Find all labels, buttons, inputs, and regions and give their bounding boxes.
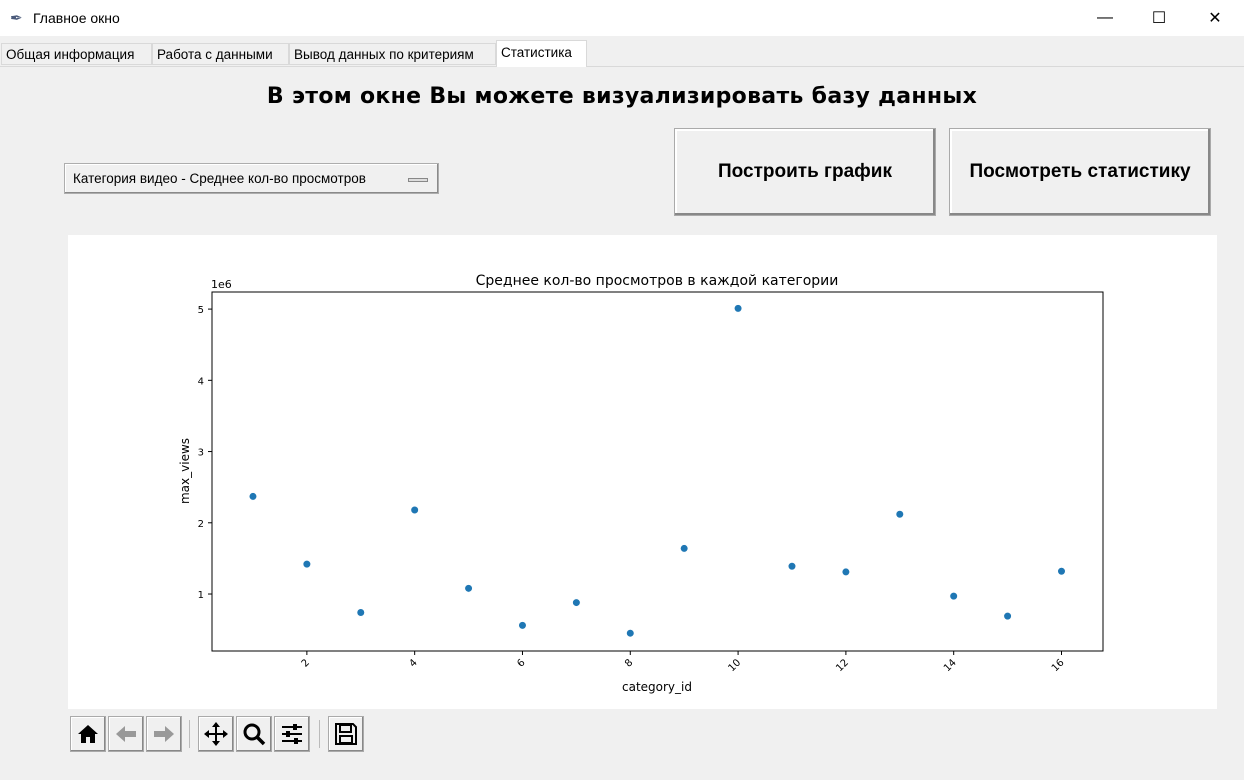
chart-title: Среднее кол-во просмотров в каждой катег… (476, 273, 839, 289)
select-value: Категория видео - Среднее кол-во просмот… (73, 171, 366, 186)
tab-statistics[interactable]: Статистика (496, 40, 587, 67)
y-axis-label: max_views (178, 438, 192, 504)
x-tick-label: 12 (834, 657, 851, 674)
y-tick-label: 4 (198, 376, 204, 387)
dropdown-indicator-icon (408, 178, 428, 182)
data-point (787, 562, 797, 571)
x-tick-label: 4 (408, 657, 420, 669)
data-point (841, 567, 850, 577)
home-icon[interactable] (70, 716, 106, 752)
scatter-chart: Среднее кол-во просмотров в каждой катег… (178, 273, 1104, 694)
back-icon[interactable] (108, 716, 144, 752)
x-tick-label: 14 (942, 657, 959, 674)
x-tick-label: 6 (515, 657, 527, 669)
x-tick-label: 2 (300, 657, 312, 669)
x-axis-label: category_id (622, 680, 692, 694)
tab-criteria-output[interactable]: Вывод данных по критериям (289, 43, 496, 65)
pan-icon[interactable] (198, 716, 234, 752)
data-point (626, 629, 635, 638)
minimize-icon[interactable]: — (1082, 0, 1128, 36)
x-tick-label: 10 (726, 657, 743, 674)
x-tick-label: 8 (623, 657, 635, 669)
tab-general-info[interactable]: Общая информация (1, 43, 152, 65)
page-title: В этом окне Вы можете визуализировать ба… (266, 84, 978, 109)
chart-type-select[interactable]: Категория видео - Среднее кол-во просмот… (64, 163, 439, 194)
x-tick-label: 16 (1050, 657, 1067, 674)
tab-data-work[interactable]: Работа с данными (152, 43, 289, 65)
plot-area (211, 291, 1104, 652)
data-point (949, 592, 958, 601)
y-tick-label: 1 (198, 590, 204, 601)
data-point (302, 559, 311, 569)
title-bar: ✒ Главное окно — ☐ ✕ (0, 0, 1244, 36)
view-statistics-button[interactable]: Посмотреть статистику (949, 128, 1211, 216)
save-icon[interactable] (328, 716, 364, 752)
data-point (248, 492, 258, 501)
zoom-icon[interactable] (236, 716, 272, 752)
data-point (410, 505, 419, 515)
data-point (464, 584, 473, 593)
chart-canvas: Среднее кол-во просмотров в каждой катег… (68, 235, 1217, 709)
data-point (518, 621, 527, 630)
build-chart-button[interactable]: Построить график (674, 128, 936, 216)
data-point (680, 544, 689, 553)
toolbar-separator (189, 720, 190, 748)
close-icon[interactable]: ✕ (1192, 0, 1238, 36)
data-point (895, 510, 904, 519)
maximize-icon[interactable]: ☐ (1136, 0, 1182, 36)
forward-icon[interactable] (146, 716, 182, 752)
window-title: Главное окно (33, 10, 120, 26)
configure-subplots-icon[interactable] (274, 716, 310, 752)
data-point (572, 598, 581, 607)
data-point (1003, 611, 1012, 621)
feather-icon: ✒ (10, 10, 23, 27)
toolbar-separator (319, 720, 320, 748)
y-tick-label: 3 (198, 448, 204, 459)
tab-bar: Общая информация Работа с данными Вывод … (0, 40, 1244, 67)
y-tick-label: 5 (198, 305, 204, 316)
y-tick-label: 2 (198, 519, 204, 530)
y-offset-label: 1e6 (211, 278, 232, 291)
data-point (1057, 567, 1066, 576)
data-point (733, 304, 743, 313)
data-point (356, 608, 365, 617)
